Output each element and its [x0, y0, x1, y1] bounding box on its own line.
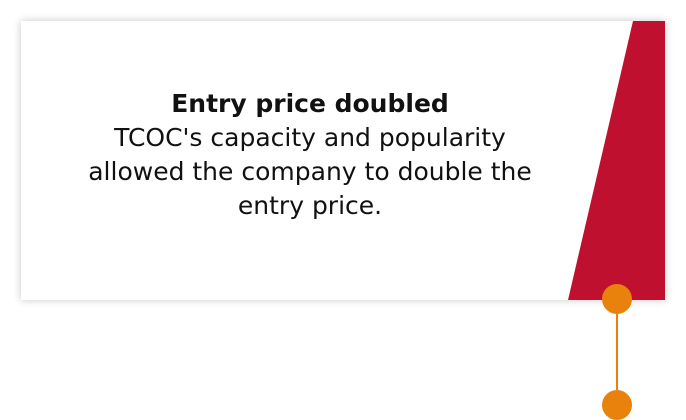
card-body-line: allowed the company to double the	[88, 157, 532, 186]
card-body-line: entry price.	[237, 191, 383, 220]
connector-bottom-dot	[602, 390, 632, 420]
info-card: Entry price doubled TCOC's capacity and …	[21, 21, 665, 300]
card-title: Entry price doubled	[171, 89, 449, 118]
card-text: Entry price doubled TCOC's capacity and …	[21, 87, 599, 223]
card-body-line: TCOC's capacity and popularity	[114, 123, 506, 152]
